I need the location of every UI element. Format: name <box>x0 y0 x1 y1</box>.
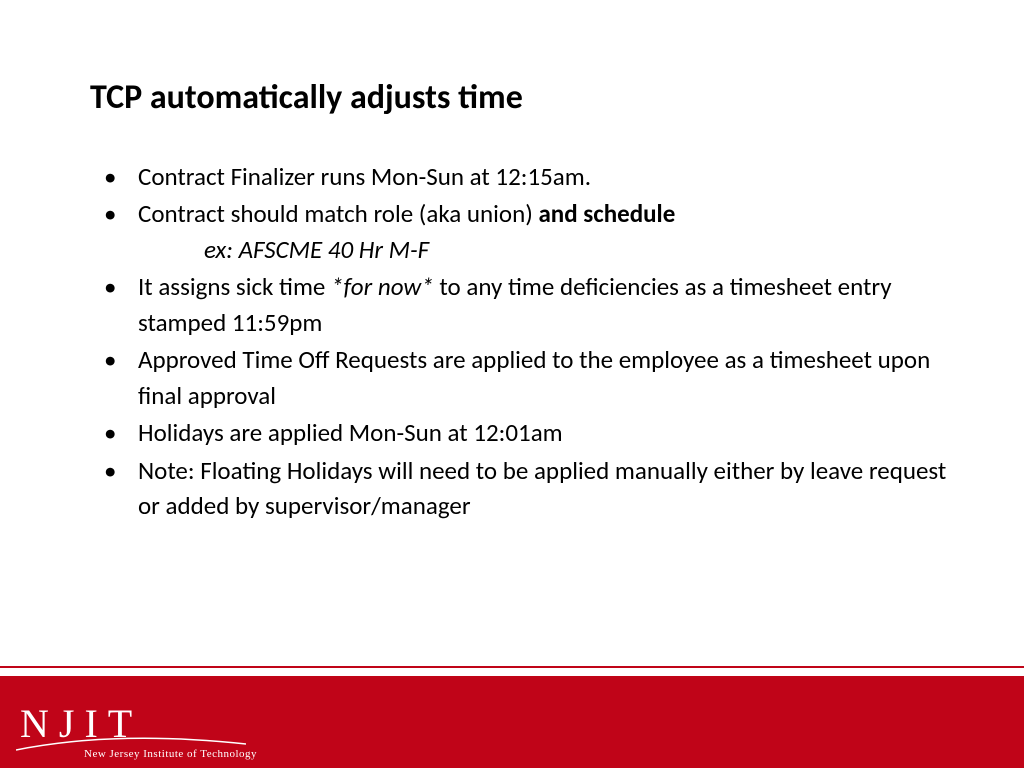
bullet-text: Holidays are applied Mon-Sun at 12:01am <box>138 417 563 448</box>
bullet-text: It assigns sick time <box>138 271 331 302</box>
bullet-item: It assigns sick time *for now* to any ti… <box>90 269 964 340</box>
logo-subtitle: New Jersey Institute of Technology <box>20 748 257 760</box>
bullet-item: Contract should match role (aka union) a… <box>90 196 964 267</box>
bullet-item: Approved Time Off Requests are applied t… <box>90 342 964 413</box>
bullet-text-italic: *for now* <box>331 271 434 302</box>
bullet-list: Contract Finalizer runs Mon-Sun at 12:15… <box>90 159 964 524</box>
bullet-text: Contract Finalizer runs Mon-Sun at 12:15… <box>138 161 591 192</box>
bullet-text: Note: Floating Holidays will need to be … <box>138 455 946 522</box>
bullet-text: Contract should match role (aka union) <box>138 198 538 229</box>
footer-bar: NJIT New Jersey Institute of Technology <box>0 676 1024 768</box>
bullet-item: Holidays are applied Mon-Sun at 12:01am <box>90 415 964 451</box>
slide: TCP automatically adjusts time Contract … <box>0 0 1024 768</box>
bullet-item: Contract Finalizer runs Mon-Sun at 12:15… <box>90 159 964 195</box>
footer-gap <box>0 668 1024 676</box>
njit-logo: NJIT New Jersey Institute of Technology <box>20 704 257 760</box>
bullet-text-bold: and schedule <box>538 198 675 229</box>
bullet-subtext: ex: AFSCME 40 Hr M-F <box>138 232 964 268</box>
content-area: TCP automatically adjusts time Contract … <box>90 78 964 526</box>
slide-title: TCP automatically adjusts time <box>90 78 964 119</box>
bullet-text: Approved Time Off Requests are applied t… <box>138 344 930 411</box>
bullet-item: Note: Floating Holidays will need to be … <box>90 453 964 524</box>
logo-letters: NJIT <box>20 704 257 744</box>
